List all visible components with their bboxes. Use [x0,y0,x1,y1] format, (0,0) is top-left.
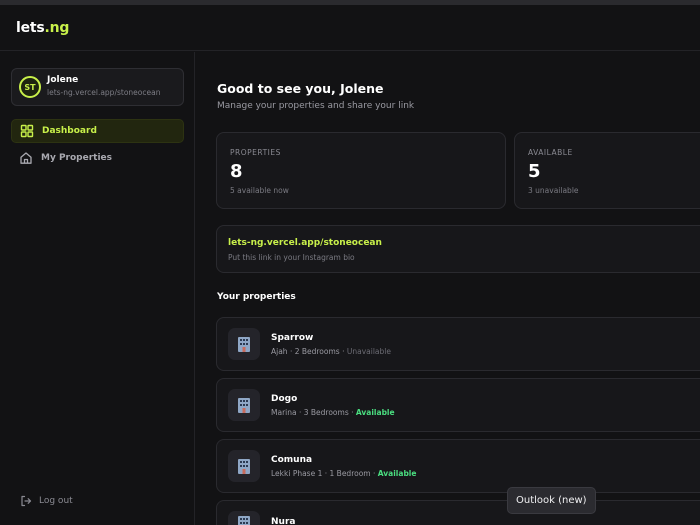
stat-label: AVAILABLE [528,148,573,157]
sidebar-item-dashboard[interactable]: Dashboard [11,119,184,143]
logout-button[interactable]: Log out [20,495,73,507]
logout-icon [20,495,32,507]
property-name: Sparrow [271,333,314,343]
sidebar-item-label: My Properties [41,153,113,163]
property-details: Lekki Phase 1 · 1 Bedroom · [271,469,378,478]
property-card-comuna[interactable]: Comuna Lekki Phase 1 · 1 Bedroom · Avail… [216,439,700,493]
share-link-hint: Put this link in your Instagram bio [228,253,355,262]
stat-label: PROPERTIES [230,148,281,157]
property-card-nura[interactable]: Nura [216,500,700,525]
property-details: Ajah · 2 Bedrooms · [271,347,347,356]
property-status: Unavailable [346,347,391,356]
building-icon [228,450,260,482]
stat-card-available: AVAILABLE 5 3 unavailable [514,132,700,209]
app-logo[interactable]: lets.ng [16,20,69,36]
page-title: Good to see you, Jolene [217,81,384,96]
sidebar-item-label: Dashboard [42,126,97,136]
property-status: Available [355,408,395,417]
section-title: Your properties [217,292,296,302]
share-link-url[interactable]: lets-ng.vercel.app/stoneocean [228,238,382,248]
app-header: lets.ng [0,5,700,51]
user-url: lets-ng.vercel.app/stoneocean [47,88,161,97]
property-card-sparrow[interactable]: Sparrow Ajah · 2 Bedrooms · Unavailable [216,317,700,371]
property-details: Marina · 3 Bedrooms · [271,408,356,417]
sidebar-item-my-properties[interactable]: My Properties [11,146,184,170]
building-icon [228,511,260,525]
sidebar: ST Jolene lets-ng.vercel.app/stoneocean … [0,52,195,525]
home-icon [19,151,33,165]
user-card[interactable]: ST Jolene lets-ng.vercel.app/stoneocean [11,68,184,106]
stat-note: 5 available now [230,186,289,195]
property-name: Comuna [271,455,313,465]
property-meta: Lekki Phase 1 · 1 Bedroom · Available [271,469,416,478]
grid-icon [20,124,34,138]
building-icon [228,389,260,421]
property-status: Available [377,469,417,478]
user-name: Jolene [47,75,79,85]
logo-main-text: lets [16,20,45,36]
stat-card-properties: PROPERTIES 8 5 available now [216,132,506,209]
avatar: ST [19,76,41,98]
property-meta: Marina · 3 Bedrooms · Available [271,408,395,417]
property-name: Dogo [271,394,298,404]
building-icon [228,328,260,360]
property-name: Nura [271,517,296,525]
stat-note: 3 unavailable [528,186,579,195]
page-subtitle: Manage your properties and share your li… [217,101,415,111]
logo-tail-text: ng [49,20,70,36]
share-link-card[interactable]: lets-ng.vercel.app/stoneocean Put this l… [216,225,700,273]
property-card-dogo[interactable]: Dogo Marina · 3 Bedrooms · Available [216,378,700,432]
property-meta: Ajah · 2 Bedrooms · Unavailable [271,347,391,356]
taskbar-tooltip: Outlook (new) [507,487,596,514]
logout-label: Log out [39,496,73,506]
main-content: Good to see you, Jolene Manage your prop… [196,52,700,525]
stat-value: 5 [528,161,541,182]
stat-value: 8 [230,161,243,182]
